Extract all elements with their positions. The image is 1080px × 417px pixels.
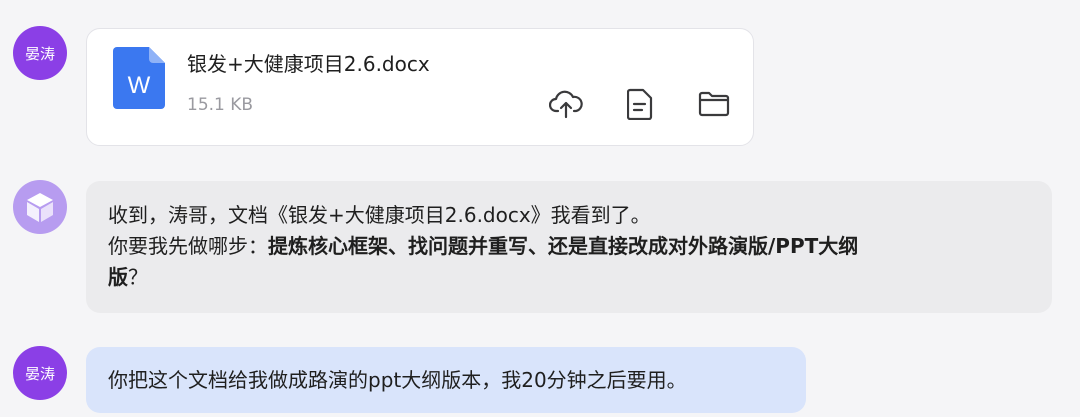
user-avatar-label: 晏涛 — [24, 364, 55, 383]
assistant-message-line-2: 你要我先做哪步：提炼核心框架、找问题并重写、还是直接改成对外路演版/PPT大纲 — [108, 231, 1030, 262]
document-icon — [627, 88, 653, 120]
word-document-icon: W — [113, 47, 165, 113]
file-size: 15.1 KB — [187, 95, 254, 115]
cloud-upload-button[interactable] — [549, 87, 583, 121]
assistant-avatar[interactable] — [13, 180, 67, 234]
open-document-button[interactable] — [623, 87, 657, 121]
assistant-message-line-1: 收到，涛哥，文档《银发+大健康项目2.6.docx》我看到了。 — [108, 203, 651, 227]
user-avatar-label: 晏涛 — [24, 44, 55, 63]
user-avatar[interactable]: 晏涛 — [13, 26, 67, 80]
user-message-text: 你把这个文档给我做成路演的ppt大纲版本，我20分钟之后要用。 — [108, 368, 687, 392]
user-avatar[interactable]: 晏涛 — [13, 346, 67, 400]
options-bold-end: 版 — [108, 265, 128, 289]
open-folder-button[interactable] — [697, 87, 731, 121]
file-name: 银发+大健康项目2.6.docx — [187, 52, 430, 76]
question-prefix: 你要我先做哪步： — [108, 234, 268, 258]
folder-icon — [698, 91, 730, 117]
cube-icon — [27, 193, 53, 222]
cloud-upload-icon — [549, 90, 583, 119]
assistant-message-bubble: 收到，涛哥，文档《银发+大健康项目2.6.docx》我看到了。 你要我先做哪步：… — [86, 181, 1052, 313]
question-mark: ？ — [128, 265, 148, 289]
user-message-bubble: 你把这个文档给我做成路演的ppt大纲版本，我20分钟之后要用。 — [86, 347, 806, 413]
word-letter: W — [128, 72, 151, 99]
assistant-message-line-3: 版？ — [108, 262, 1030, 293]
file-attachment-card[interactable]: W 银发+大健康项目2.6.docx 15.1 KB — [86, 28, 754, 146]
options-bold: 提炼核心框架、找问题并重写、还是直接改成对外路演版/PPT大纲 — [268, 234, 859, 258]
